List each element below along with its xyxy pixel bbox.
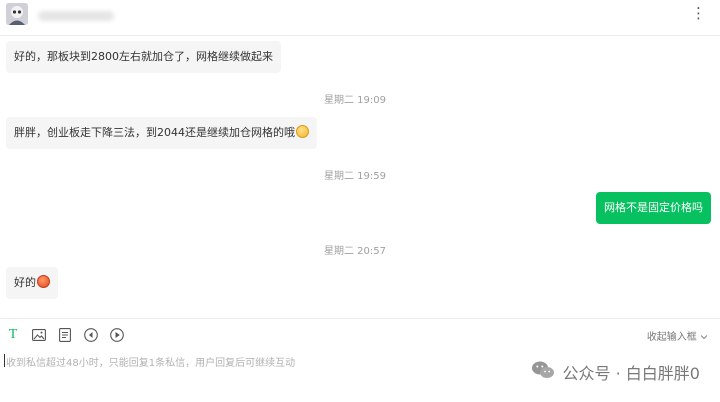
audio-icon[interactable] bbox=[83, 327, 99, 343]
message-incoming: 胖胖，创业板走下降三法，到2044还是继续加仓网格的哦 bbox=[6, 117, 317, 149]
chat-header: ⋮ bbox=[0, 0, 720, 36]
message-text: 胖胖，创业板走下降三法，到2044还是继续加仓网格的哦 bbox=[14, 126, 295, 139]
message-text: 好的，那板块到2800左右就加仓了，网格继续做起来 bbox=[14, 50, 273, 63]
grinning-emoji-icon bbox=[296, 125, 309, 138]
image-icon[interactable] bbox=[31, 327, 47, 343]
collapse-label: 收起输入框 bbox=[646, 332, 697, 343]
message-text: 网格不是固定价格吗 bbox=[604, 201, 703, 214]
timestamp: 星期二 19:59 bbox=[324, 171, 386, 182]
wechat-logo-icon bbox=[531, 360, 555, 384]
message-outgoing: 网格不是固定价格吗 bbox=[596, 192, 711, 224]
more-dots-icon[interactable]: ⋮ bbox=[688, 5, 708, 21]
message-composer: T 收起输入框 收到私信超过48小时，只能回复1条私信，用户回复后可继续互动 公… bbox=[0, 318, 720, 402]
video-play-icon[interactable] bbox=[109, 327, 125, 343]
timestamp: 星期二 19:09 bbox=[324, 95, 386, 106]
message-list: 好的，那板块到2800左右就加仓了，网格继续做起来 星期二 19:09 胖胖，创… bbox=[0, 37, 720, 318]
watermark-text: 公众号 · 白白胖胖0 bbox=[562, 364, 700, 383]
avatar[interactable] bbox=[6, 3, 28, 25]
message-incoming: 好的，那板块到2800左右就加仓了，网格继续做起来 bbox=[6, 41, 281, 73]
contact-name-blurred bbox=[38, 11, 114, 21]
timestamp: 星期二 20:57 bbox=[324, 246, 386, 257]
message-text: 好的 bbox=[14, 276, 36, 289]
rose-emoji-icon bbox=[37, 275, 50, 288]
collapse-input-button[interactable]: 收起输入框 bbox=[647, 328, 708, 343]
message-input[interactable]: 收到私信超过48小时，只能回复1条私信，用户回复后可继续互动 bbox=[6, 354, 295, 369]
watermark: 公众号 · 白白胖胖0 bbox=[531, 359, 700, 385]
message-incoming: 好的 bbox=[6, 267, 58, 299]
chevron-down-icon bbox=[700, 332, 708, 343]
text-caret bbox=[4, 354, 5, 367]
document-icon[interactable] bbox=[57, 327, 73, 343]
text-format-icon[interactable]: T bbox=[5, 327, 21, 343]
